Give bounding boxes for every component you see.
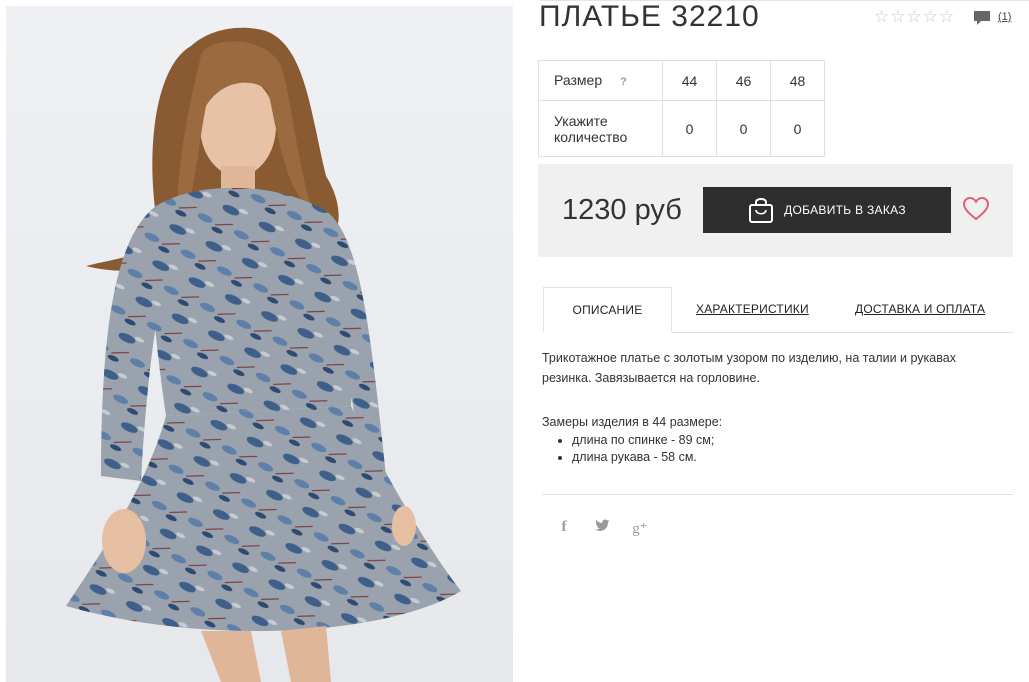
star-icon[interactable]: ☆ (874, 8, 889, 25)
tab-description[interactable]: ОПИСАНИЕ (543, 287, 672, 333)
star-icon[interactable]: ☆ (907, 8, 922, 25)
description-panel: Трикотажное платье с золотым узором по и… (542, 348, 1002, 466)
review-count-link[interactable]: (1) (998, 11, 1011, 23)
list-item: длина рукава - 58 см. (572, 449, 1002, 466)
size-option: 44 (662, 60, 717, 101)
product-photo (6, 6, 513, 682)
purchase-panel: 1230 руб ДОБАВИТЬ В ЗАКАЗ (538, 164, 1013, 257)
add-to-order-button[interactable]: ДОБАВИТЬ В ЗАКАЗ (703, 187, 951, 233)
price: 1230 руб (562, 194, 682, 226)
social-share: f g⁺ (555, 519, 649, 538)
size-quantity-table: Размер? 44 46 48 Укажите количество 0 0 … (538, 60, 825, 157)
measurements-title: Замеры изделия в 44 размере: (542, 415, 723, 429)
size-label: Размер (554, 71, 603, 88)
divider (542, 494, 1013, 495)
description-text: Трикотажное платье с золотым узором по и… (542, 351, 956, 385)
list-item: длина по спинке - 89 см; (572, 432, 1002, 449)
tab-characteristics[interactable]: ХАРАКТЕРИСТИКИ (696, 287, 809, 331)
twitter-icon[interactable] (593, 519, 611, 538)
google-plus-icon[interactable]: g⁺ (631, 519, 649, 538)
shopping-bag-icon (749, 198, 774, 223)
quantity-input[interactable]: 0 (770, 100, 825, 157)
quantity-input[interactable]: 0 (662, 100, 717, 157)
comment-icon[interactable] (973, 10, 991, 26)
measurements-list: длина по спинке - 89 см; длина рукава - … (542, 432, 1002, 466)
quantity-row: Укажите количество 0 0 0 (538, 100, 825, 157)
star-icon[interactable]: ☆ (939, 8, 954, 25)
tab-delivery-payment[interactable]: ДОСТАВКА И ОПЛАТА (855, 287, 985, 331)
star-icon[interactable]: ☆ (923, 8, 938, 25)
size-row: Размер? 44 46 48 (538, 60, 825, 101)
quantity-input[interactable]: 0 (716, 100, 771, 157)
model-illustration (66, 27, 461, 682)
star-icon[interactable]: ☆ (890, 8, 905, 25)
add-to-order-label: ДОБАВИТЬ В ЗАКАЗ (784, 203, 906, 217)
size-option: 46 (716, 60, 771, 101)
product-title: ПЛАТЬЕ 32210 (539, 0, 760, 33)
heart-icon[interactable] (963, 197, 989, 221)
size-label-cell: Размер? (538, 60, 663, 101)
rating-stars[interactable]: ☆ ☆ ☆ ☆ ☆ (874, 8, 954, 25)
product-tabs: ОПИСАНИЕ ХАРАКТЕРИСТИКИ ДОСТАВКА И ОПЛАТ… (543, 287, 1013, 333)
size-option: 48 (770, 60, 825, 101)
facebook-icon[interactable]: f (555, 519, 573, 538)
quantity-label: Укажите количество (538, 100, 663, 157)
help-icon[interactable]: ? (620, 76, 627, 88)
